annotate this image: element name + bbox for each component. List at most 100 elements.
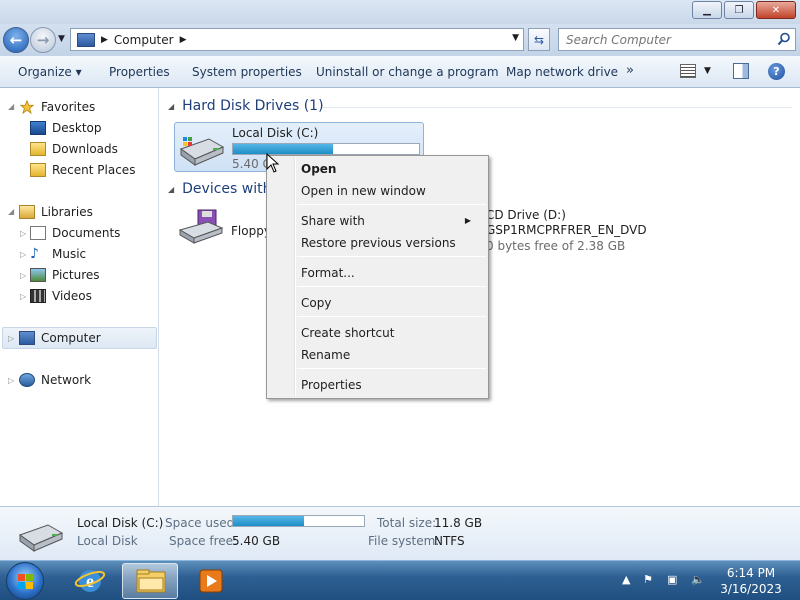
star-icon xyxy=(19,100,35,114)
system-properties-button[interactable]: System properties xyxy=(192,65,302,79)
space-used-label: Space used: xyxy=(165,516,239,530)
file-system-value: NTFS xyxy=(434,534,465,548)
collapse-icon[interactable]: ◢ xyxy=(168,102,174,111)
breadcrumb-chevron-icon[interactable]: ▶ xyxy=(101,35,108,45)
help-icon[interactable]: ? xyxy=(768,63,785,80)
taskbar-windows-explorer[interactable] xyxy=(122,563,178,599)
network-status-icon[interactable]: ▣ xyxy=(667,573,677,586)
menu-item-open[interactable]: Open xyxy=(301,159,481,179)
media-player-icon xyxy=(199,569,223,593)
breadcrumb-computer[interactable]: Computer xyxy=(114,33,174,47)
menu-item-copy[interactable]: Copy xyxy=(301,293,481,313)
menu-separator xyxy=(297,286,486,287)
expand-icon[interactable]: ▷ xyxy=(20,292,26,301)
sidebar-item-recent-places[interactable]: Recent Places xyxy=(30,160,135,180)
organize-button[interactable]: Organize ▾ xyxy=(18,65,82,79)
documents-icon xyxy=(30,226,46,240)
submenu-arrow-icon: ▶ xyxy=(464,216,471,225)
total-size-value: 11.8 GB xyxy=(434,516,483,530)
action-center-flag-icon[interactable]: ⚑ xyxy=(643,573,653,586)
sidebar-item-label: Documents xyxy=(52,226,121,240)
menu-item-create-shortcut[interactable]: Create shortcut xyxy=(301,323,481,343)
forward-button[interactable]: → xyxy=(30,27,56,53)
navigation-pane: ◢ Favorites Desktop Downloads Recent Pla… xyxy=(0,88,159,506)
recent-pages-dropdown[interactable]: ▼ xyxy=(58,34,65,44)
minimize-button[interactable]: ▁ xyxy=(692,1,722,19)
sidebar-item-downloads[interactable]: Downloads xyxy=(30,139,118,159)
drive-name: Local Disk (C:) xyxy=(232,126,319,140)
sidebar-item-documents[interactable]: Documents xyxy=(30,223,120,243)
sidebar-item-label: Music xyxy=(52,247,87,261)
volume-muted-icon[interactable]: 🔈 xyxy=(691,573,705,586)
expand-icon[interactable]: ▷ xyxy=(20,229,26,238)
floppy-drive-label[interactable]: Floppy xyxy=(231,224,271,238)
sidebar-item-label: Network xyxy=(41,373,92,387)
menu-item-properties[interactable]: Properties xyxy=(301,375,481,395)
breadcrumb-chevron-icon[interactable]: ▶ xyxy=(180,35,187,45)
hard-disk-drives-group-header[interactable]: ◢ Hard Disk Drives (1) xyxy=(168,98,324,114)
close-button[interactable]: ✕ xyxy=(756,1,796,19)
start-button[interactable] xyxy=(6,562,44,600)
back-arrow-icon: ← xyxy=(9,31,23,49)
address-bar[interactable]: ▶ Computer ▶ ▼ xyxy=(70,28,524,51)
taskbar-internet-explorer[interactable]: e xyxy=(62,563,118,599)
sidebar-item-libraries[interactable]: Libraries xyxy=(19,202,93,222)
expand-icon[interactable]: ▷ xyxy=(8,334,14,343)
back-button[interactable]: ← xyxy=(3,27,29,53)
map-network-drive-button[interactable]: Map network drive xyxy=(506,65,618,79)
collapse-icon[interactable]: ◢ xyxy=(168,185,174,194)
preview-pane-icon[interactable] xyxy=(733,63,749,79)
search-box[interactable] xyxy=(558,28,796,51)
taskbar-media-player[interactable] xyxy=(182,563,238,599)
show-hidden-icons-icon[interactable]: ▲ xyxy=(622,573,630,586)
refresh-button[interactable]: ⇆ xyxy=(528,28,550,51)
details-drive-name: Local Disk (C:) xyxy=(77,516,164,530)
search-input[interactable] xyxy=(566,32,766,47)
devices-group-header[interactable]: ◢ Devices with xyxy=(168,181,271,197)
view-options-dropdown-icon[interactable]: ▼ xyxy=(704,66,711,76)
cd-drive-name[interactable]: CD Drive (D:) xyxy=(486,208,566,222)
sidebar-item-videos[interactable]: Videos xyxy=(30,286,92,306)
videos-icon xyxy=(30,289,46,303)
sidebar-item-computer[interactable]: Computer xyxy=(19,328,101,348)
maximize-button[interactable]: ❐ xyxy=(724,1,754,19)
sidebar-item-favorites[interactable]: Favorites xyxy=(19,97,95,117)
context-menu: Open Open in new window Share with ▶ Res… xyxy=(266,155,489,399)
menu-item-open-new-window[interactable]: Open in new window xyxy=(301,181,481,201)
expand-icon[interactable]: ▷ xyxy=(20,250,26,259)
sidebar-item-music[interactable]: ♪ Music xyxy=(30,244,86,264)
floppy-drive-icon[interactable] xyxy=(178,208,224,244)
cd-free-space: 0 bytes free of 2.38 GB xyxy=(486,239,626,253)
system-clock[interactable]: 6:14 PM 3/16/2023 xyxy=(716,565,786,597)
computer-icon xyxy=(19,331,35,345)
clock-date: 3/16/2023 xyxy=(720,582,782,596)
sidebar-item-pictures[interactable]: Pictures xyxy=(30,265,100,285)
properties-button[interactable]: Properties xyxy=(109,65,170,79)
hard-drive-icon xyxy=(18,524,64,552)
group-title: Devices with xyxy=(182,181,272,197)
menu-item-format[interactable]: Format... xyxy=(301,263,481,283)
menu-item-share-with[interactable]: Share with ▶ xyxy=(301,211,481,231)
computer-icon xyxy=(77,32,95,47)
sidebar-item-desktop[interactable]: Desktop xyxy=(30,118,102,138)
change-view-icon[interactable] xyxy=(680,64,696,78)
more-commands-button[interactable]: » xyxy=(626,63,634,78)
address-dropdown-icon[interactable]: ▼ xyxy=(512,33,519,43)
uninstall-program-button[interactable]: Uninstall or change a program xyxy=(316,65,499,79)
menu-separator xyxy=(297,316,486,317)
menu-item-restore-versions[interactable]: Restore previous versions xyxy=(301,233,481,253)
drive-usage-bar xyxy=(232,143,420,155)
expand-icon[interactable]: ▷ xyxy=(20,271,26,280)
search-icon[interactable] xyxy=(777,32,791,46)
sidebar-item-network[interactable]: Network xyxy=(19,370,91,390)
expand-icon[interactable]: ▷ xyxy=(8,376,14,385)
menu-separator xyxy=(297,204,486,205)
collapse-icon[interactable]: ◢ xyxy=(8,207,14,216)
menu-item-rename[interactable]: Rename xyxy=(301,345,481,365)
collapse-icon[interactable]: ◢ xyxy=(8,102,14,111)
menu-separator xyxy=(297,256,486,257)
space-free-label: Space free: xyxy=(169,534,238,548)
internet-explorer-icon: e xyxy=(74,570,106,592)
sidebar-item-label: Favorites xyxy=(41,100,96,114)
mouse-cursor-icon xyxy=(266,153,280,173)
